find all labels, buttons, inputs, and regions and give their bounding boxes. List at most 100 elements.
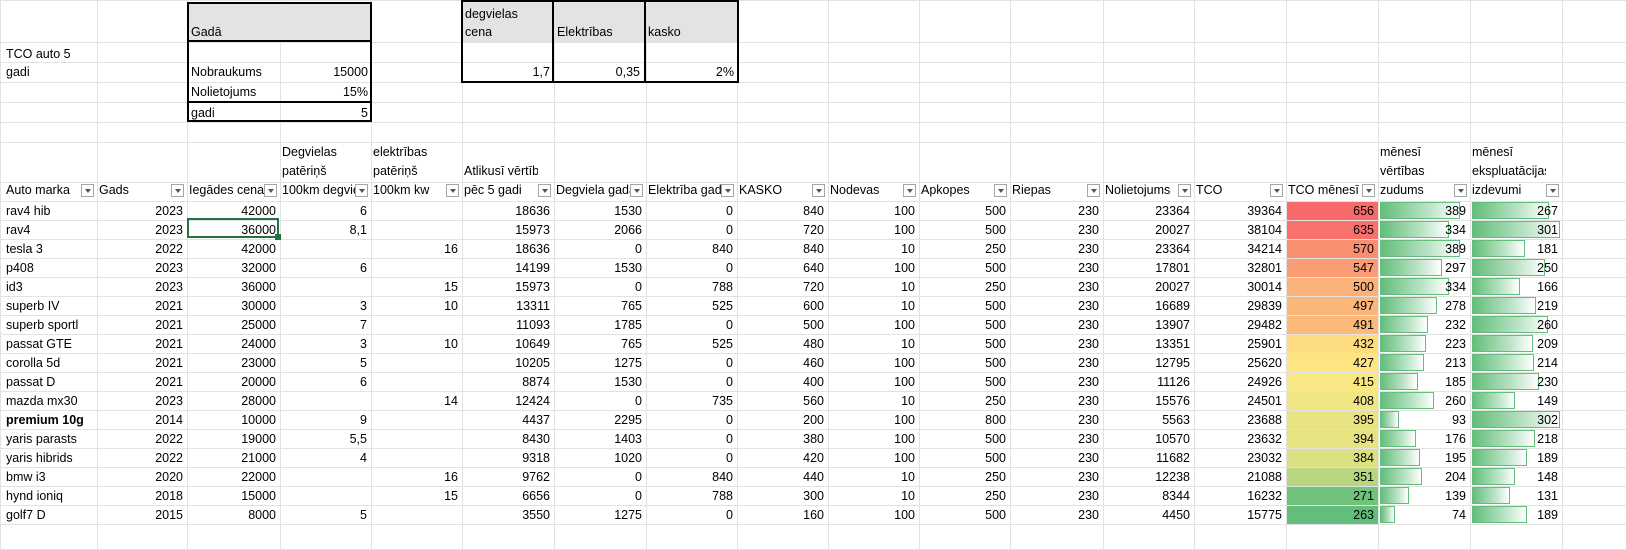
- table-cell[interactable]: 301: [1472, 222, 1558, 238]
- table-cell[interactable]: 840: [648, 241, 733, 257]
- table-cell[interactable]: 11682: [1105, 450, 1190, 466]
- table-cell[interactable]: 9762: [464, 469, 550, 485]
- car-name-cell[interactable]: premium 10g: [6, 412, 97, 428]
- table-cell[interactable]: 260: [1472, 317, 1558, 333]
- table-cell[interactable]: 23632: [1196, 431, 1282, 447]
- car-name-cell[interactable]: hynd ioniq: [6, 488, 97, 504]
- table-cell[interactable]: 21000: [189, 450, 276, 466]
- table-cell[interactable]: 25000: [189, 317, 276, 333]
- table-cell[interactable]: 195: [1380, 450, 1466, 466]
- car-name-cell[interactable]: tesla 3: [6, 241, 97, 257]
- table-cell[interactable]: 11126: [1105, 374, 1190, 390]
- table-cell[interactable]: 100: [830, 355, 915, 371]
- table-cell[interactable]: 1275: [556, 507, 642, 523]
- table-cell[interactable]: 3: [282, 298, 367, 314]
- table-cell[interactable]: 635: [1288, 222, 1374, 238]
- table-cell[interactable]: 10: [830, 298, 915, 314]
- table-cell[interactable]: 278: [1380, 298, 1466, 314]
- table-cell[interactable]: 22000: [189, 469, 276, 485]
- table-cell[interactable]: 500: [921, 222, 1006, 238]
- table-cell[interactable]: 200: [739, 412, 824, 428]
- table-cell[interactable]: 42000: [189, 241, 276, 257]
- car-name-cell[interactable]: yaris parasts: [6, 431, 97, 447]
- table-cell[interactable]: 24501: [1196, 393, 1282, 409]
- table-cell[interactable]: 23688: [1196, 412, 1282, 428]
- table-cell[interactable]: 0: [648, 222, 733, 238]
- filter-dropdown-icon[interactable]: [355, 184, 368, 197]
- table-cell[interactable]: 600: [739, 298, 824, 314]
- table-cell[interactable]: 23000: [189, 355, 276, 371]
- table-cell[interactable]: 395: [1288, 412, 1374, 428]
- filter-dropdown-icon[interactable]: [1087, 184, 1100, 197]
- table-cell[interactable]: 189: [1472, 450, 1558, 466]
- table-cell[interactable]: 10: [830, 279, 915, 295]
- table-cell[interactable]: 160: [739, 507, 824, 523]
- table-cell[interactable]: 500: [739, 317, 824, 333]
- table-cell[interactable]: 2023: [99, 279, 183, 295]
- car-name-cell[interactable]: rav4 hib: [6, 203, 97, 219]
- table-cell[interactable]: 1530: [556, 203, 642, 219]
- table-cell[interactable]: 0: [556, 469, 642, 485]
- table-cell[interactable]: 32000: [189, 260, 276, 276]
- table-cell[interactable]: 2066: [556, 222, 642, 238]
- table-cell[interactable]: 8344: [1105, 488, 1190, 504]
- filter-dropdown-icon[interactable]: [630, 184, 643, 197]
- table-cell[interactable]: 1020: [556, 450, 642, 466]
- table-cell[interactable]: 100: [830, 222, 915, 238]
- table-cell[interactable]: 30000: [189, 298, 276, 314]
- table-cell[interactable]: 24926: [1196, 374, 1282, 390]
- car-name-cell[interactable]: id3: [6, 279, 97, 295]
- table-cell[interactable]: 16689: [1105, 298, 1190, 314]
- filter-dropdown-icon[interactable]: [1546, 184, 1559, 197]
- table-cell[interactable]: 0: [648, 355, 733, 371]
- table-cell[interactable]: 149: [1472, 393, 1558, 409]
- nobraukums-value[interactable]: 15000: [280, 64, 368, 80]
- table-cell[interactable]: 500: [921, 450, 1006, 466]
- table-cell[interactable]: 223: [1380, 336, 1466, 352]
- table-cell[interactable]: 570: [1288, 241, 1374, 257]
- table-cell[interactable]: 18636: [464, 203, 550, 219]
- table-cell[interactable]: 230: [1012, 355, 1099, 371]
- table-cell[interactable]: 6: [282, 374, 367, 390]
- table-cell[interactable]: 230: [1012, 336, 1099, 352]
- table-cell[interactable]: 1785: [556, 317, 642, 333]
- table-cell[interactable]: 4437: [464, 412, 550, 428]
- table-cell[interactable]: 19000: [189, 431, 276, 447]
- table-cell[interactable]: 38104: [1196, 222, 1282, 238]
- table-cell[interactable]: 20027: [1105, 222, 1190, 238]
- table-cell[interactable]: 1530: [556, 260, 642, 276]
- table-cell[interactable]: 500: [921, 336, 1006, 352]
- table-cell[interactable]: 5: [282, 507, 367, 523]
- fill-handle[interactable]: [275, 234, 281, 240]
- table-cell[interactable]: 500: [921, 317, 1006, 333]
- table-cell[interactable]: 181: [1472, 241, 1558, 257]
- table-cell[interactable]: 32801: [1196, 260, 1282, 276]
- table-cell[interactable]: 394: [1288, 431, 1374, 447]
- filter-dropdown-icon[interactable]: [538, 184, 551, 197]
- table-cell[interactable]: 230: [1012, 412, 1099, 428]
- table-cell[interactable]: 25901: [1196, 336, 1282, 352]
- table-cell[interactable]: 2014: [99, 412, 183, 428]
- table-cell[interactable]: 230: [1012, 203, 1099, 219]
- car-name-cell[interactable]: yaris hibrids: [6, 450, 97, 466]
- car-name-cell[interactable]: corolla 5d: [6, 355, 97, 371]
- table-cell[interactable]: 302: [1472, 412, 1558, 428]
- table-cell[interactable]: 36000: [189, 279, 276, 295]
- table-cell[interactable]: 0: [648, 431, 733, 447]
- table-cell[interactable]: 9: [282, 412, 367, 428]
- table-cell[interactable]: 0: [648, 412, 733, 428]
- car-name-cell[interactable]: golf7 D: [6, 507, 97, 523]
- table-cell[interactable]: 100: [830, 412, 915, 428]
- table-cell[interactable]: 34214: [1196, 241, 1282, 257]
- table-cell[interactable]: 15576: [1105, 393, 1190, 409]
- table-cell[interactable]: 525: [648, 336, 733, 352]
- table-cell[interactable]: 0: [648, 507, 733, 523]
- table-cell[interactable]: 500: [921, 260, 1006, 276]
- filter-dropdown-icon[interactable]: [81, 184, 94, 197]
- table-cell[interactable]: 440: [739, 469, 824, 485]
- table-cell[interactable]: 30014: [1196, 279, 1282, 295]
- table-cell[interactable]: 185: [1380, 374, 1466, 390]
- degvielas-cena-value[interactable]: 1,7: [470, 64, 550, 80]
- filter-dropdown-icon[interactable]: [1270, 184, 1283, 197]
- table-cell[interactable]: 0: [648, 317, 733, 333]
